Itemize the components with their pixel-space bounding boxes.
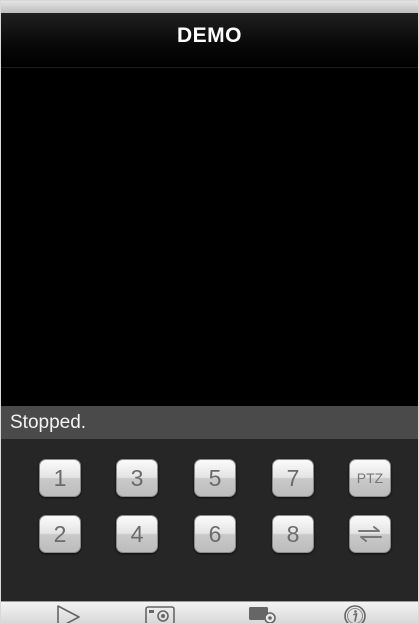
bottom-toolbar [1, 601, 418, 623]
playback-status-bar: Stopped. [1, 406, 418, 439]
channel-7-button[interactable]: 7 [272, 459, 314, 497]
channel-4-button[interactable]: 4 [116, 515, 158, 553]
channel-1-button[interactable]: 1 [39, 459, 81, 497]
channel-6-button[interactable]: 6 [194, 515, 236, 553]
app-window: DEMO Stopped. 1 3 5 7 PTZ 2 4 6 8 [0, 0, 419, 624]
title-bar: DEMO [1, 13, 418, 68]
system-status-bar [1, 1, 418, 13]
ptz-button[interactable]: PTZ [349, 459, 391, 497]
channel-8-button[interactable]: 8 [272, 515, 314, 553]
channel-2-button[interactable]: 2 [39, 515, 81, 553]
channel-control-panel: 1 3 5 7 PTZ 2 4 6 8 [1, 439, 418, 601]
info-icon [341, 602, 369, 623]
switch-stream-button[interactable] [349, 515, 391, 553]
page-title: DEMO [177, 24, 242, 47]
playback-status-text: Stopped. [10, 411, 87, 433]
video-view[interactable] [1, 69, 418, 406]
device-settings-button[interactable] [238, 602, 288, 623]
snapshot-camera-icon [143, 602, 177, 623]
play-icon [53, 602, 83, 623]
info-button[interactable] [330, 602, 380, 623]
device-settings-icon [246, 602, 280, 623]
channel-5-button[interactable]: 5 [194, 459, 236, 497]
channel-3-button[interactable]: 3 [116, 459, 158, 497]
play-button[interactable] [43, 602, 93, 623]
swap-arrows-icon [357, 525, 383, 543]
snapshot-button[interactable] [135, 602, 185, 623]
